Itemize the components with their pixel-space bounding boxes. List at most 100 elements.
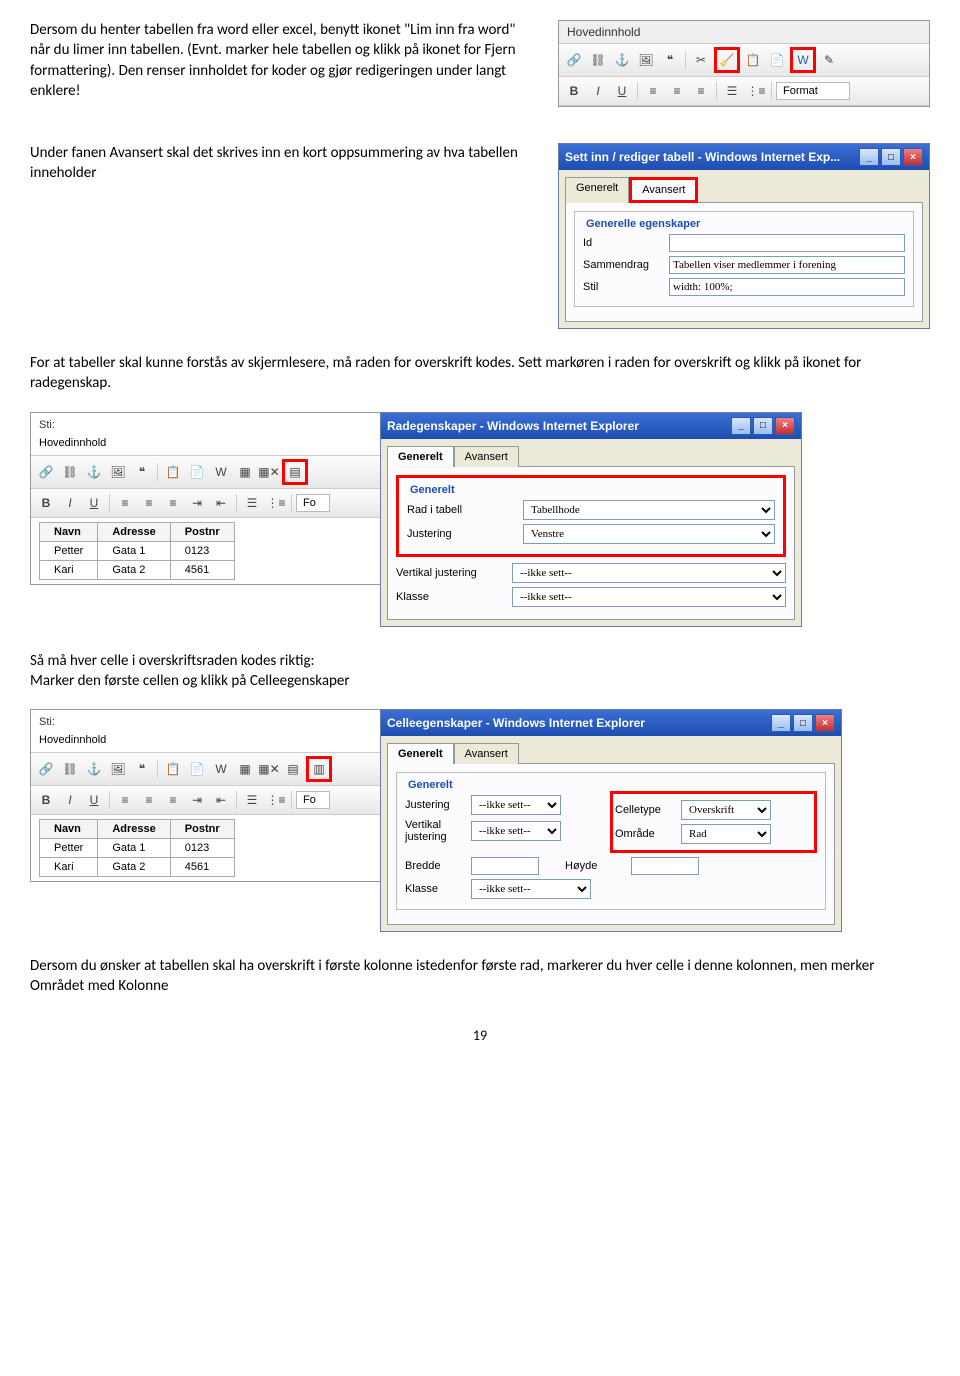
select-vjust[interactable]: --ikke sett-- bbox=[471, 821, 561, 841]
select-celletype[interactable]: Overskrift bbox=[681, 800, 771, 820]
tab-avansert[interactable]: Avansert bbox=[454, 446, 519, 467]
tab-generelt[interactable]: Generelt bbox=[565, 177, 629, 203]
italic-icon[interactable]: I bbox=[587, 80, 609, 102]
th-postnr[interactable]: Postnr bbox=[170, 820, 234, 839]
td[interactable]: Gata 2 bbox=[98, 560, 170, 579]
minimize-icon[interactable]: _ bbox=[731, 417, 751, 435]
input-hoyde[interactable] bbox=[631, 857, 699, 875]
input-id[interactable] bbox=[669, 234, 905, 252]
format-dropdown[interactable]: Format bbox=[776, 82, 850, 100]
td[interactable]: 0123 bbox=[170, 541, 234, 560]
table-delete-icon[interactable]: ▦✕ bbox=[258, 758, 280, 780]
align-left-icon[interactable]: ≡ bbox=[114, 789, 136, 811]
paste-word-icon[interactable]: W bbox=[210, 758, 232, 780]
select-klasse[interactable]: --ikke sett-- bbox=[512, 587, 786, 607]
align-left-icon[interactable]: ≡ bbox=[114, 492, 136, 514]
cut-icon[interactable]: ✂ bbox=[690, 49, 712, 71]
quote-icon[interactable]: ❝ bbox=[659, 49, 681, 71]
select-klasse[interactable]: --ikke sett-- bbox=[471, 879, 591, 899]
align-center-icon[interactable]: ≡ bbox=[666, 80, 688, 102]
td[interactable]: 0123 bbox=[170, 839, 234, 858]
td[interactable]: Gata 1 bbox=[98, 541, 170, 560]
image-icon[interactable]: 🖼 bbox=[107, 461, 129, 483]
select-omrade[interactable]: Rad bbox=[681, 824, 771, 844]
row-properties-icon[interactable]: ▤ bbox=[282, 459, 308, 485]
format-dropdown[interactable]: Fo bbox=[296, 494, 330, 512]
td[interactable]: Kari bbox=[40, 560, 98, 579]
unlink-icon[interactable]: ⛓ bbox=[587, 49, 609, 71]
underline-icon[interactable]: U bbox=[611, 80, 633, 102]
table-icon[interactable]: ▦ bbox=[234, 461, 256, 483]
indent-icon[interactable]: ⇥ bbox=[186, 789, 208, 811]
content-table[interactable]: NavnAdressePostnr PetterGata 10123 KariG… bbox=[39, 819, 235, 877]
italic-icon[interactable]: I bbox=[59, 789, 81, 811]
minimize-icon[interactable]: _ bbox=[859, 148, 879, 166]
unlink-icon[interactable]: ⛓ bbox=[59, 461, 81, 483]
tab-generelt[interactable]: Generelt bbox=[387, 446, 454, 467]
anchor-icon[interactable]: ⚓ bbox=[611, 49, 633, 71]
outdent-icon[interactable]: ⇤ bbox=[210, 789, 232, 811]
unlink-icon[interactable]: ⛓ bbox=[59, 758, 81, 780]
align-left-icon[interactable]: ≡ bbox=[642, 80, 664, 102]
clear-format-icon[interactable]: 🧹 bbox=[714, 47, 740, 73]
anchor-icon[interactable]: ⚓ bbox=[83, 758, 105, 780]
format-dropdown[interactable]: Fo bbox=[296, 791, 330, 809]
input-bredde[interactable] bbox=[471, 857, 539, 875]
bold-icon[interactable]: B bbox=[35, 789, 57, 811]
list-ol-icon[interactable]: ⋮≡ bbox=[265, 789, 287, 811]
quote-icon[interactable]: ❝ bbox=[131, 758, 153, 780]
th-navn[interactable]: Navn bbox=[40, 820, 98, 839]
td[interactable]: 4561 bbox=[170, 858, 234, 877]
align-center-icon[interactable]: ≡ bbox=[138, 789, 160, 811]
paste-icon[interactable]: 📋 bbox=[162, 758, 184, 780]
paste-text-icon[interactable]: 📄 bbox=[186, 461, 208, 483]
cell-properties-icon[interactable]: ▥ bbox=[306, 756, 332, 782]
link-icon[interactable]: 🔗 bbox=[35, 758, 57, 780]
align-right-icon[interactable]: ≡ bbox=[162, 492, 184, 514]
tab-avansert[interactable]: Avansert bbox=[629, 177, 698, 203]
list-ul-icon[interactable]: ☰ bbox=[721, 80, 743, 102]
th-adresse[interactable]: Adresse bbox=[98, 522, 170, 541]
th-adresse[interactable]: Adresse bbox=[98, 820, 170, 839]
input-sammendrag[interactable] bbox=[669, 256, 905, 274]
paste-icon[interactable]: 📋 bbox=[742, 49, 764, 71]
paste-word-icon[interactable]: W bbox=[790, 47, 816, 73]
td[interactable]: Kari bbox=[40, 858, 98, 877]
paste-word-icon[interactable]: W bbox=[210, 461, 232, 483]
tab-avansert[interactable]: Avansert bbox=[454, 743, 519, 764]
minimize-icon[interactable]: _ bbox=[771, 714, 791, 732]
paste-text-icon[interactable]: 📄 bbox=[766, 49, 788, 71]
quote-icon[interactable]: ❝ bbox=[131, 461, 153, 483]
th-postnr[interactable]: Postnr bbox=[170, 522, 234, 541]
table-delete-icon[interactable]: ▦✕ bbox=[258, 461, 280, 483]
select-rad[interactable]: Tabellhode bbox=[523, 500, 775, 520]
image-icon[interactable]: 🖼 bbox=[107, 758, 129, 780]
select-justering[interactable]: --ikke sett-- bbox=[471, 795, 561, 815]
align-right-icon[interactable]: ≡ bbox=[162, 789, 184, 811]
close-icon[interactable]: × bbox=[903, 148, 923, 166]
underline-icon[interactable]: U bbox=[83, 492, 105, 514]
paste-icon[interactable]: 📋 bbox=[162, 461, 184, 483]
tab-generelt[interactable]: Generelt bbox=[387, 743, 454, 764]
link-icon[interactable]: 🔗 bbox=[35, 461, 57, 483]
th-navn[interactable]: Navn bbox=[40, 522, 98, 541]
close-icon[interactable]: × bbox=[775, 417, 795, 435]
td[interactable]: Gata 2 bbox=[98, 858, 170, 877]
paste-text-icon[interactable]: 📄 bbox=[186, 758, 208, 780]
align-center-icon[interactable]: ≡ bbox=[138, 492, 160, 514]
image-icon[interactable]: 🖼 bbox=[635, 49, 657, 71]
link-icon[interactable]: 🔗 bbox=[563, 49, 585, 71]
content-table[interactable]: NavnAdressePostnr PetterGata 10123 KariG… bbox=[39, 522, 235, 580]
align-right-icon[interactable]: ≡ bbox=[690, 80, 712, 102]
input-stil[interactable] bbox=[669, 278, 905, 296]
select-vjust[interactable]: --ikke sett-- bbox=[512, 563, 786, 583]
outdent-icon[interactable]: ⇤ bbox=[210, 492, 232, 514]
table-icon[interactable]: ▦ bbox=[234, 758, 256, 780]
row-properties-icon[interactable]: ▤ bbox=[282, 758, 304, 780]
list-ol-icon[interactable]: ⋮≡ bbox=[265, 492, 287, 514]
select-justering[interactable]: Venstre bbox=[523, 524, 775, 544]
list-ul-icon[interactable]: ☰ bbox=[241, 789, 263, 811]
edit-icon[interactable]: ✎ bbox=[818, 49, 840, 71]
maximize-icon[interactable]: □ bbox=[881, 148, 901, 166]
close-icon[interactable]: × bbox=[815, 714, 835, 732]
